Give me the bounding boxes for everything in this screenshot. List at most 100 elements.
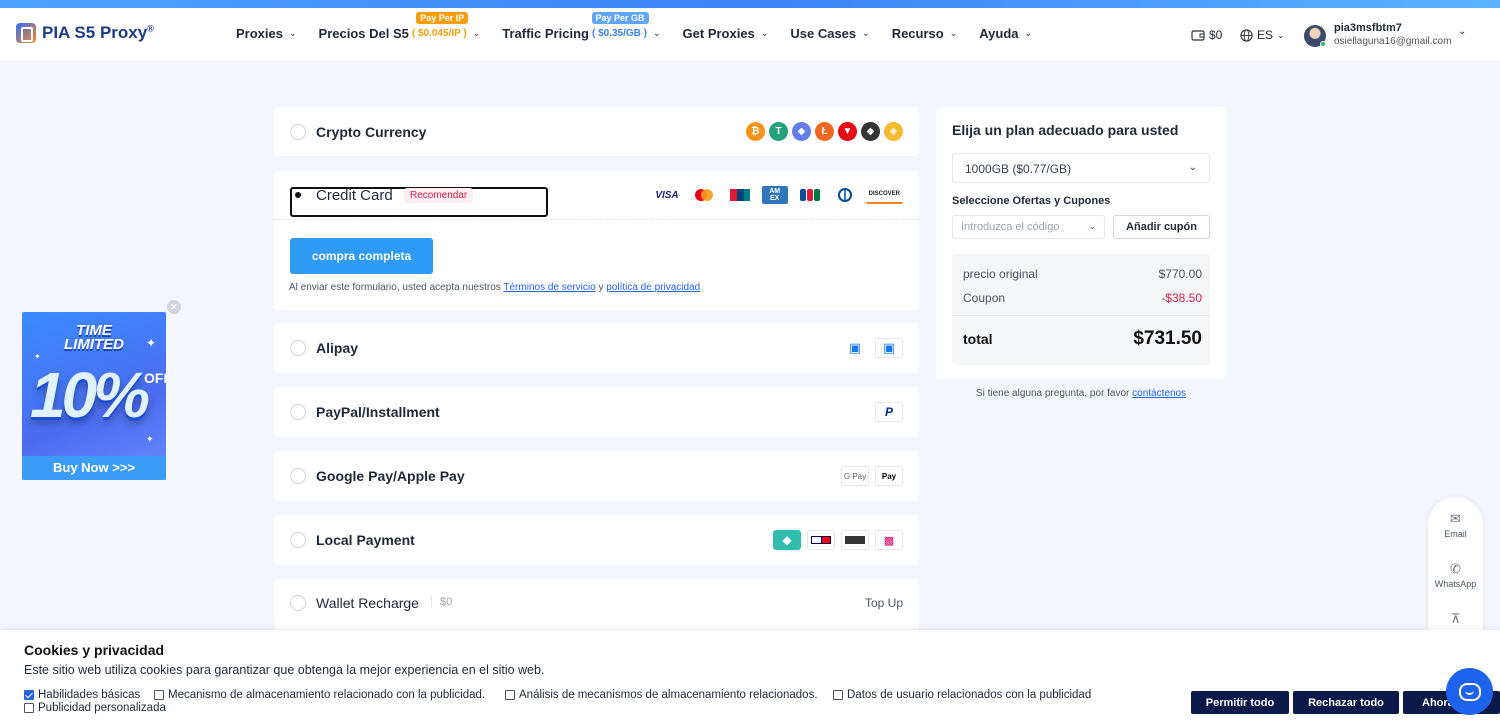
nav-recurso[interactable]: Recurso ⌄ <box>892 26 958 41</box>
local-payment-radio[interactable] <box>290 532 306 548</box>
cookie-option-analytics[interactable]: Análisis de mecanismos de almacenamiento… <box>505 689 818 701</box>
chevron-down-icon[interactable]: ⌄ <box>1458 26 1466 37</box>
payment-option-wallet[interactable]: Wallet Recharge $0 Top Up <box>274 579 919 629</box>
pix-icon: ◆ <box>773 530 801 550</box>
credit-card-label: Credit Card <box>316 187 393 204</box>
chevron-down-icon: ⌄ <box>472 28 481 38</box>
whatsapp-tool[interactable]: ✆ WhatsApp <box>1428 561 1483 589</box>
total-value: $731.50 <box>1133 328 1202 349</box>
crypto-label: Crypto Currency <box>316 124 427 140</box>
checkbox[interactable] <box>24 703 34 713</box>
nav-ayuda[interactable]: Ayuda ⌄ <box>979 26 1032 41</box>
top-banner-strip <box>0 0 1500 8</box>
alipay-hk-icon: ▣ <box>875 338 903 358</box>
unionpay-icon <box>725 186 754 204</box>
globe-icon <box>1240 28 1253 42</box>
google-apple-radio[interactable] <box>290 468 306 484</box>
alipay-radio[interactable] <box>290 340 306 356</box>
coupon-input[interactable]: Introduzca el código ⌄ <box>952 215 1105 239</box>
language-selector[interactable]: ES ⌄ <box>1240 28 1285 42</box>
google-pay-icon: G Pay <box>841 466 869 486</box>
sofort-icon <box>841 530 869 550</box>
payment-option-paypal[interactable]: PayPal/Installment P <box>274 387 919 437</box>
payment-option-google-apple-pay[interactable]: Google Pay/Apple Pay G Pay Pay <box>274 451 919 501</box>
visa-icon: VISA <box>652 186 682 204</box>
checkbox[interactable] <box>24 690 34 700</box>
terms-text: Al enviar este formulario, usted acepta … <box>289 282 701 293</box>
help-text: Si tiene alguna pregunta, por favor cont… <box>975 388 1187 399</box>
payment-option-credit-card[interactable]: Credit Card Recomendar VISA AM EX DISCOVE… <box>274 171 919 310</box>
chevron-down-icon: ⌄ <box>288 28 297 38</box>
mastercard-icon <box>689 186 718 204</box>
terms-of-service-link[interactable]: Términos de servicio <box>503 282 595 293</box>
chevron-down-icon: ⌄ <box>1277 29 1285 40</box>
eth-classic-icon: ◆ <box>861 122 880 141</box>
promo-banner[interactable]: TIMELIMITED ✦ ✦ ✦ 10% OFF Buy Now >>> <box>22 312 166 480</box>
nav-use-cases[interactable]: Use Cases ⌄ <box>790 26 869 41</box>
user-name: pia3msfbtm7 <box>1334 22 1402 34</box>
crypto-icons: ₿ T ◆ Ł ▼ ◆ ◈ <box>746 122 903 141</box>
wallet-icon <box>1191 30 1205 41</box>
chevron-down-icon: ⌄ <box>1188 162 1197 173</box>
off-text: OFF <box>144 370 166 386</box>
cookie-banner: Cookies y privacidad Este sitio web util… <box>0 630 1500 728</box>
alipay-icon: ▣ <box>841 338 869 358</box>
ideal-icon: ▩ <box>875 530 903 550</box>
logo[interactable]: PIA S5 Proxy® <box>16 23 154 43</box>
chevron-down-icon: ⌄ <box>1024 28 1033 38</box>
payment-option-alipay[interactable]: Alipay ▣ ▣ <box>274 323 919 373</box>
privacy-policy-link[interactable]: política de privacidad <box>606 282 700 293</box>
checkbox[interactable] <box>833 690 843 700</box>
plan-title: Elija un plan adecuado para usted <box>952 122 1179 138</box>
jcb-icon <box>795 186 824 204</box>
complete-purchase-button[interactable]: compra completa <box>290 238 433 274</box>
nav-get-proxies[interactable]: Get Proxies ⌄ <box>683 26 769 41</box>
top-header: PIA S5 Proxy® Proxies ⌄ Pay Per IP Precio… <box>0 8 1500 62</box>
reject-all-button[interactable]: Rechazar todo <box>1293 691 1399 714</box>
plan-panel: Elija un plan adecuado para usted 1000GB… <box>936 107 1226 378</box>
main-nav: Proxies ⌄ Pay Per IP Precios Del S5( $0.0… <box>236 12 1054 41</box>
side-tools: ✉ Email ✆ WhatsApp ⊼ <box>1428 497 1483 632</box>
nav-proxies[interactable]: Proxies ⌄ <box>236 26 297 41</box>
nav-traffic-pricing[interactable]: Pay Per GB Traffic Pricing( $0.35/GB ) ⌄ <box>502 12 661 41</box>
arrow-up-icon: ⊼ <box>1450 611 1461 626</box>
logo-text: PIA S5 Proxy <box>42 23 148 42</box>
allow-all-button[interactable]: Permitir todo <box>1191 691 1289 714</box>
phone-icon: ✆ <box>1450 561 1461 576</box>
discount-percent: 10% <box>30 359 150 431</box>
contact-link[interactable]: contáctenos <box>1132 388 1186 399</box>
checkbox[interactable] <box>505 690 515 700</box>
cookie-option-user-data[interactable]: Datos de usuario relacionados con la pub… <box>833 689 1091 701</box>
pay-per-ip-badge: Pay Per IP <box>416 12 469 24</box>
close-icon[interactable]: ✕ <box>167 300 181 314</box>
chat-button[interactable] <box>1446 668 1493 715</box>
bnb-icon: ◈ <box>884 122 903 141</box>
payment-option-crypto[interactable]: Crypto Currency ₿ T ◆ Ł ▼ ◆ ◈ <box>274 107 919 156</box>
crypto-radio[interactable] <box>290 124 306 140</box>
tron-icon: ▼ <box>838 122 857 141</box>
payment-option-local[interactable]: Local Payment ◆ ▩ <box>274 515 919 565</box>
wallet-balance[interactable]: $0 <box>1191 28 1222 42</box>
wallet-radio[interactable] <box>290 595 306 611</box>
checkbox[interactable] <box>154 690 164 700</box>
cookie-option-basic[interactable]: Habilidades básicas <box>24 689 140 701</box>
pay-per-gb-badge: Pay Per GB <box>591 12 649 24</box>
apple-pay-icon: Pay <box>875 466 903 486</box>
paypal-radio[interactable] <box>290 404 306 420</box>
back-to-top[interactable]: ⊼ <box>1428 611 1483 629</box>
cookie-option-ad-storage[interactable]: Mecanismo de almacenamiento relacionado … <box>154 689 485 701</box>
plan-select[interactable]: 1000GB ($0.77/GB) ⌄ <box>952 153 1210 183</box>
top-up-link[interactable]: Top Up <box>865 596 903 610</box>
cookie-option-personalized[interactable]: Publicidad personalizada <box>24 702 166 714</box>
buy-now-button[interactable]: Buy Now >>> <box>22 456 166 480</box>
add-coupon-button[interactable]: Añadir cupón <box>1113 215 1210 239</box>
google-apple-label: Google Pay/Apple Pay <box>316 468 465 484</box>
nav-precios[interactable]: Pay Per IP Precios Del S5( $0.045/IP ) ⌄ <box>319 12 481 41</box>
logo-icon <box>16 23 36 43</box>
email-tool[interactable]: ✉ Email <box>1428 511 1483 539</box>
original-price-row: precio original $770.00 <box>963 267 1202 281</box>
total-label: total <box>963 331 993 347</box>
chevron-down-icon: ⌄ <box>862 28 870 38</box>
alipay-label: Alipay <box>316 340 359 356</box>
user-menu[interactable]: pia3msfbtm7 osiellaguna16@gmail.com <box>1334 22 1451 48</box>
